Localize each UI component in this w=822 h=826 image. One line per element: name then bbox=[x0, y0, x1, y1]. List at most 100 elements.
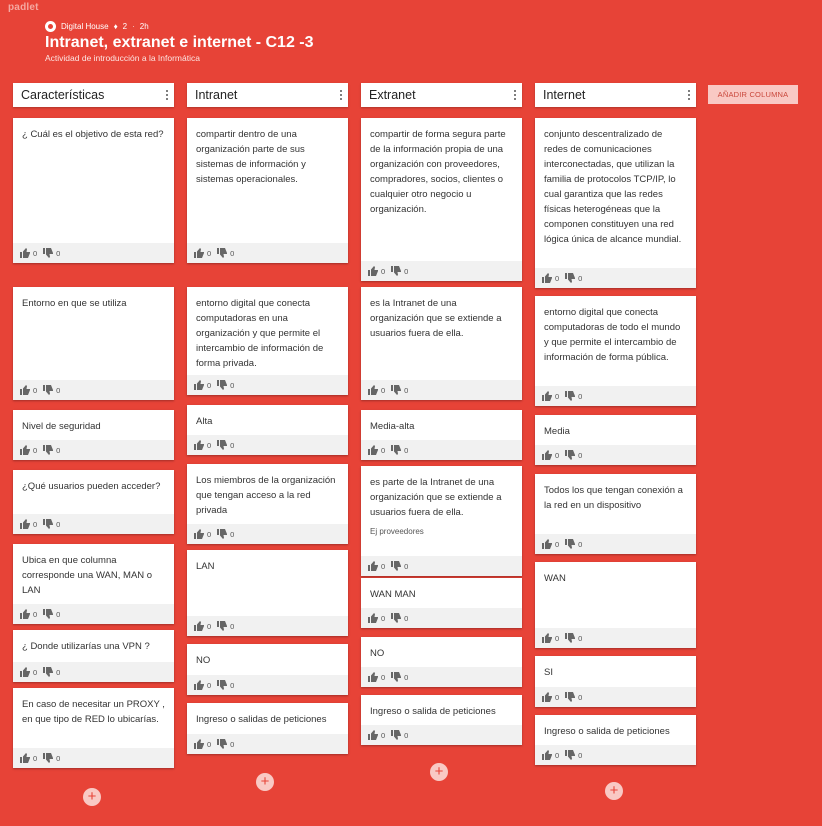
padlet-logo[interactable]: padlet bbox=[8, 2, 39, 13]
post-card[interactable]: LAN 0 0 bbox=[187, 550, 348, 636]
thumb-up-icon[interactable] bbox=[542, 391, 552, 401]
post-card[interactable]: NO 0 0 bbox=[361, 637, 522, 687]
post-card[interactable]: Entorno en que se utiliza 0 0 bbox=[13, 287, 174, 400]
post-card[interactable]: WAN MAN 0 0 bbox=[361, 578, 522, 628]
post-card[interactable]: WAN 0 0 bbox=[535, 562, 696, 648]
thumb-up-icon[interactable] bbox=[542, 633, 552, 643]
post-card[interactable]: ¿ Cuál es el objetivo de esta red? 0 0 bbox=[13, 118, 174, 263]
thumb-up-icon[interactable] bbox=[20, 445, 30, 455]
thumb-down-icon[interactable] bbox=[43, 519, 54, 529]
post-card[interactable]: ¿Qué usuarios pueden acceder? 0 0 bbox=[13, 470, 174, 534]
post-card[interactable]: es parte de la Intranet de una organizac… bbox=[361, 466, 522, 576]
thumb-down-icon[interactable] bbox=[217, 680, 228, 690]
thumb-up-icon[interactable] bbox=[20, 385, 30, 395]
thumb-up-icon[interactable] bbox=[542, 750, 552, 760]
thumb-down-icon[interactable] bbox=[565, 273, 576, 283]
thumb-down-icon[interactable] bbox=[391, 266, 402, 276]
thumb-down-icon[interactable] bbox=[391, 445, 402, 455]
post-card[interactable]: Alta 0 0 bbox=[187, 405, 348, 455]
thumb-down-icon[interactable] bbox=[565, 633, 576, 643]
thumb-up-icon[interactable] bbox=[542, 450, 552, 460]
thumb-up-icon[interactable] bbox=[542, 692, 552, 702]
author-name[interactable]: Digital House bbox=[61, 22, 109, 31]
thumb-up-icon[interactable] bbox=[20, 248, 30, 258]
thumb-up-icon[interactable] bbox=[368, 445, 378, 455]
thumb-down-icon[interactable] bbox=[217, 248, 228, 258]
thumb-down-icon[interactable] bbox=[565, 692, 576, 702]
thumb-down-icon[interactable] bbox=[43, 248, 54, 258]
thumb-up-icon[interactable] bbox=[194, 248, 204, 258]
thumb-up-icon[interactable] bbox=[194, 680, 204, 690]
more-vert-icon[interactable] bbox=[512, 90, 518, 100]
post-card[interactable]: Ingreso o salidas de peticiones 0 0 bbox=[187, 703, 348, 754]
thumb-down-icon[interactable] bbox=[391, 613, 402, 623]
thumb-down-icon[interactable] bbox=[391, 672, 402, 682]
thumb-up-icon[interactable] bbox=[20, 609, 30, 619]
post-card[interactable]: conjunto descentralizado de redes de com… bbox=[535, 118, 696, 288]
thumb-down-icon[interactable] bbox=[43, 445, 54, 455]
post-card[interactable]: SI 0 0 bbox=[535, 656, 696, 707]
thumb-up-icon[interactable] bbox=[194, 529, 204, 539]
add-post-button[interactable]: + bbox=[430, 763, 448, 781]
post-card[interactable]: compartir de forma segura parte de la in… bbox=[361, 118, 522, 281]
more-vert-icon[interactable] bbox=[686, 90, 692, 100]
thumb-up-icon[interactable] bbox=[368, 613, 378, 623]
thumb-down-icon[interactable] bbox=[217, 621, 228, 631]
post-card[interactable]: entorno digital que conecta computadoras… bbox=[535, 296, 696, 406]
more-vert-icon[interactable] bbox=[164, 90, 170, 100]
add-post-button[interactable]: + bbox=[256, 773, 274, 791]
post-card[interactable]: Ubica en que columna corresponde una WAN… bbox=[13, 544, 174, 624]
post-card[interactable]: compartir dentro de una organización par… bbox=[187, 118, 348, 263]
author-avatar[interactable] bbox=[45, 21, 56, 32]
post-card[interactable]: es la Intranet de una organización que s… bbox=[361, 287, 522, 400]
post-card[interactable]: NO 0 0 bbox=[187, 644, 348, 695]
thumb-down-icon[interactable] bbox=[217, 440, 228, 450]
post-card[interactable]: Los miembros de la organización que teng… bbox=[187, 464, 348, 544]
thumb-down-icon[interactable] bbox=[43, 609, 54, 619]
thumb-up-icon[interactable] bbox=[368, 730, 378, 740]
post-card[interactable]: En caso de necesitar un PROXY , en que t… bbox=[13, 688, 174, 768]
thumb-down-icon[interactable] bbox=[217, 739, 228, 749]
column-title[interactable]: Internet bbox=[543, 88, 585, 102]
thumb-down-icon[interactable] bbox=[43, 667, 54, 677]
post-card[interactable]: Ingreso o salida de peticiones 0 0 bbox=[361, 695, 522, 745]
thumb-down-icon[interactable] bbox=[43, 753, 54, 763]
post-card[interactable]: Media-alta 0 0 bbox=[361, 410, 522, 460]
thumb-down-icon[interactable] bbox=[43, 385, 54, 395]
thumb-down-icon[interactable] bbox=[217, 380, 228, 390]
column-title[interactable]: Características bbox=[21, 88, 104, 102]
thumb-up-icon[interactable] bbox=[20, 519, 30, 529]
thumb-up-icon[interactable] bbox=[194, 440, 204, 450]
column-title[interactable]: Extranet bbox=[369, 88, 416, 102]
thumb-up-icon[interactable] bbox=[368, 561, 378, 571]
thumb-up-icon[interactable] bbox=[194, 739, 204, 749]
more-vert-icon[interactable] bbox=[338, 90, 344, 100]
post-card[interactable]: Todos los que tengan conexión a la red e… bbox=[535, 474, 696, 554]
post-card[interactable]: entorno digital que conecta computadoras… bbox=[187, 287, 348, 395]
post-card[interactable]: ¿ Donde utilizarías una VPN ? 0 0 bbox=[13, 630, 174, 682]
thumb-up-icon[interactable] bbox=[194, 380, 204, 390]
thumb-up-icon[interactable] bbox=[542, 273, 552, 283]
thumb-up-icon[interactable] bbox=[368, 385, 378, 395]
thumb-down-icon[interactable] bbox=[565, 750, 576, 760]
thumb-up-icon[interactable] bbox=[542, 539, 552, 549]
thumb-down-icon[interactable] bbox=[391, 561, 402, 571]
thumb-up-icon[interactable] bbox=[20, 753, 30, 763]
thumb-up-icon[interactable] bbox=[368, 266, 378, 276]
thumb-down-icon[interactable] bbox=[391, 385, 402, 395]
thumb-up-icon[interactable] bbox=[368, 672, 378, 682]
post-card[interactable]: Media 0 0 bbox=[535, 415, 696, 465]
column-title[interactable]: Intranet bbox=[195, 88, 237, 102]
add-post-button[interactable]: + bbox=[83, 788, 101, 806]
post-card[interactable]: Ingreso o salida de peticiones 0 0 bbox=[535, 715, 696, 765]
thumb-down-icon[interactable] bbox=[565, 391, 576, 401]
thumb-down-icon[interactable] bbox=[565, 539, 576, 549]
thumb-up-icon[interactable] bbox=[20, 667, 30, 677]
add-post-button[interactable]: + bbox=[605, 782, 623, 800]
thumb-down-icon[interactable] bbox=[217, 529, 228, 539]
post-card[interactable]: Nivel de seguridad 0 0 bbox=[13, 410, 174, 460]
add-column-button[interactable]: AÑADIR COLUMNA bbox=[708, 85, 798, 104]
thumb-down-icon[interactable] bbox=[391, 730, 402, 740]
thumb-up-icon[interactable] bbox=[194, 621, 204, 631]
thumb-down-icon[interactable] bbox=[565, 450, 576, 460]
